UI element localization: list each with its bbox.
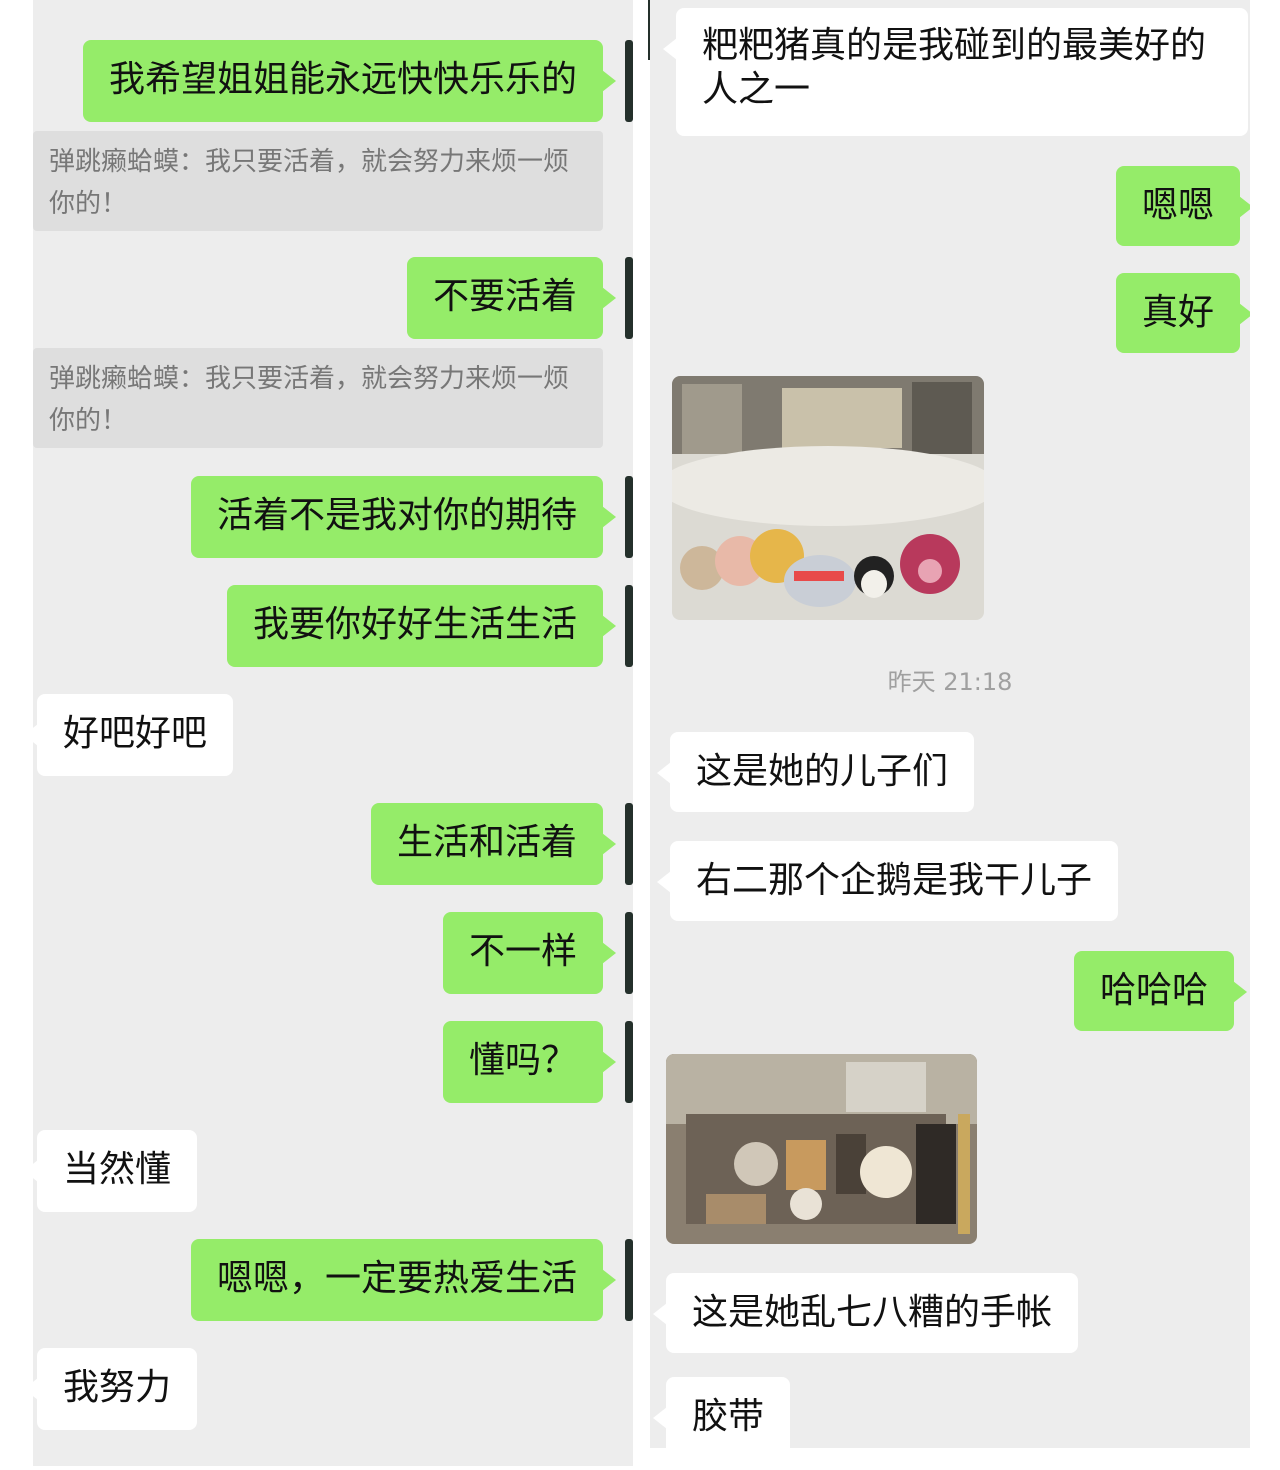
message-sent[interactable]: 真好 [1115,273,1250,353]
photo-image [666,1054,977,1244]
photo-journal-desk[interactable] [666,1054,977,1244]
message-received[interactable]: 这是她乱七八糟的手帐 [652,1273,1079,1353]
photo-plush-toys[interactable] [672,376,984,620]
message-received[interactable]: 右二那个企鹅是我干儿子 [656,841,1119,921]
message-text: 嗯嗯 [1141,185,1214,226]
avatar[interactable] [625,912,633,994]
avatar[interactable] [625,476,633,558]
message-received[interactable]: 我努力 [33,1348,198,1430]
avatar[interactable] [625,585,633,667]
message-text: 哈哈哈 [1099,970,1208,1011]
message-sent[interactable]: 不一样 [442,912,617,994]
avatar[interactable] [625,257,633,339]
quote-text: 弹跳癞蛤蟆：我只要活着，就会努力来烦一烦你的！ [49,147,570,219]
timestamp: 昨天 21:18 [887,668,1013,696]
message-text: 这是她乱七八糟的手帐 [692,1292,1053,1333]
photo-image [672,376,984,620]
message-sent[interactable]: 活着不是我对你的期待 [190,476,617,558]
message-text: 不一样 [468,931,577,972]
message-text: 这是她的儿子们 [696,751,949,792]
message-text: 不要活着 [432,276,577,317]
avatar[interactable] [625,803,633,885]
message-text: 生活和活着 [396,822,577,863]
message-received[interactable]: 当然懂 [33,1130,198,1212]
chat-panel-right: 粑粑猪真的是我碰到的最美好的人之一 嗯嗯 真好 昨天 21:18 这是她的儿子们… [650,0,1250,1448]
message-received[interactable]: 粑粑猪真的是我碰到的最美好的人之一 [663,8,1248,136]
message-sent[interactable]: 我要你好好生活生活 [226,585,617,667]
message-sent[interactable]: 我希望姐姐能永远快快乐乐的 [82,40,617,122]
chat-panel-left: 我希望姐姐能永远快快乐乐的 弹跳癞蛤蟆：我只要活着，就会努力来烦一烦你的！ 不要… [33,0,633,1466]
message-sent[interactable]: 嗯嗯 [1115,166,1250,246]
message-received[interactable]: 胶带 [652,1377,791,1448]
avatar[interactable] [625,1021,633,1103]
message-text: 活着不是我对你的期待 [216,495,577,536]
quoted-message[interactable]: 弹跳癞蛤蟆：我只要活着，就会努力来烦一烦你的！ [33,348,603,448]
avatar[interactable] [625,40,633,122]
message-text: 我希望姐姐能永远快快乐乐的 [108,59,577,100]
message-sent[interactable]: 不要活着 [406,257,617,339]
message-text: 我努力 [63,1367,172,1408]
message-text: 胶带 [692,1396,765,1437]
message-text: 我要你好好生活生活 [252,604,577,645]
message-sent[interactable]: 懂吗？ [442,1021,617,1103]
message-text: 真好 [1141,292,1214,333]
message-text: 当然懂 [63,1149,172,1190]
quote-text: 弹跳癞蛤蟆：我只要活着，就会努力来烦一烦你的！ [49,364,570,436]
message-text: 粑粑猪真的是我碰到的最美好的人之一 [702,25,1207,110]
message-received[interactable]: 好吧好吧 [33,694,234,776]
message-received[interactable]: 这是她的儿子们 [656,732,975,812]
message-sent[interactable]: 嗯嗯，一定要热爱生活 [190,1239,617,1321]
message-text: 右二那个企鹅是我干儿子 [696,860,1093,901]
message-sent[interactable]: 生活和活着 [370,803,617,885]
avatar[interactable] [625,1239,633,1321]
message-sent[interactable]: 哈哈哈 [1073,951,1248,1031]
message-text: 懂吗？ [468,1040,577,1081]
message-text: 好吧好吧 [63,713,208,754]
quoted-message[interactable]: 弹跳癞蛤蟆：我只要活着，就会努力来烦一烦你的！ [33,131,603,231]
message-text: 嗯嗯，一定要热爱生活 [216,1258,577,1299]
